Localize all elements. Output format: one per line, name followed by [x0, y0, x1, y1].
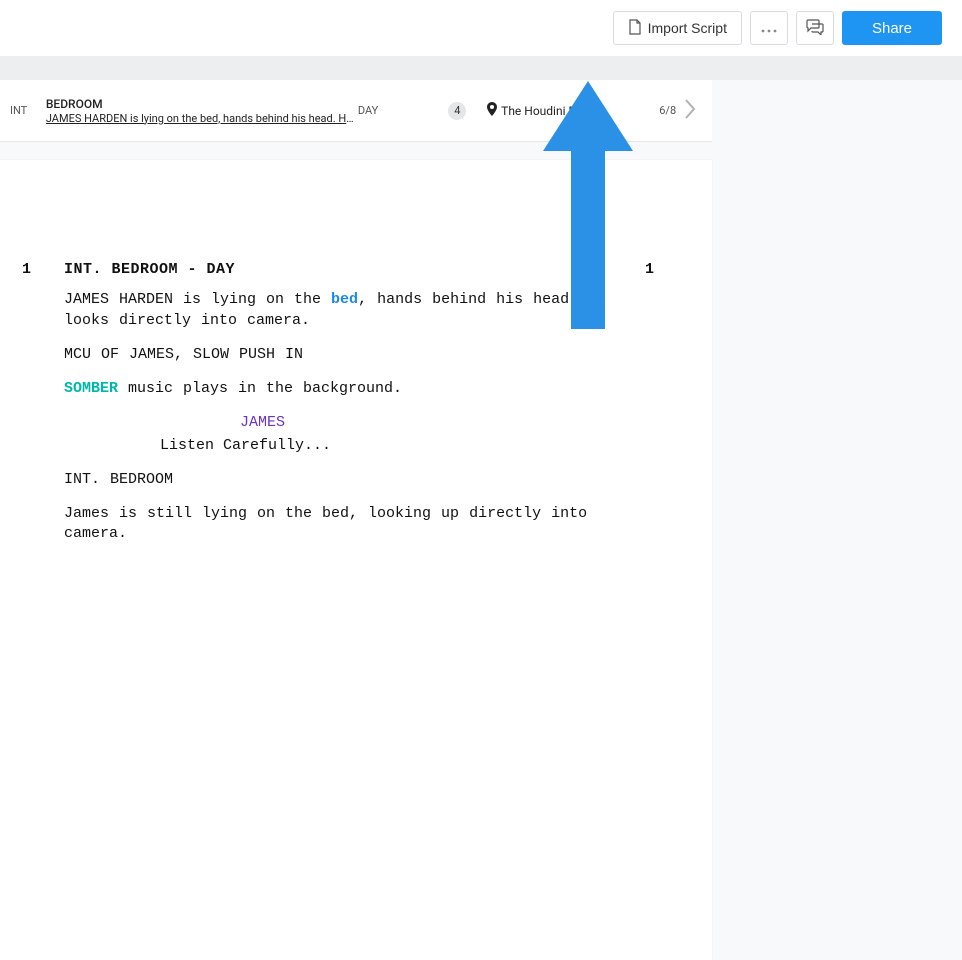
action-text-pre: JAMES HARDEN is lying on the: [64, 291, 331, 308]
import-script-button[interactable]: Import Script: [613, 11, 742, 45]
chat-icon: [806, 19, 824, 38]
tagged-prop-bed[interactable]: bed: [331, 291, 358, 308]
comments-button[interactable]: [796, 11, 834, 45]
scene-number-left: 1: [22, 260, 31, 280]
chevron-right-icon: [684, 98, 696, 124]
top-toolbar: Import Script Share: [0, 0, 962, 56]
scene-description-link[interactable]: JAMES HARDEN is lying on the bed, hands …: [46, 112, 356, 125]
script-sheet-area: 1 1 INT. BEDROOM - DAY JAMES HARDEN is l…: [0, 142, 962, 960]
document-icon: [628, 19, 642, 38]
scene-info-bar: INT BEDROOM JAMES HARDEN is lying on the…: [0, 80, 712, 142]
scene-page-count: 6/8: [636, 104, 676, 117]
scene-location-text: The Houdini Estate: [501, 104, 602, 118]
scene-number-wrap: 4: [427, 102, 487, 120]
action-block-3[interactable]: SOMBER music plays in the background.: [64, 379, 624, 399]
slugline-2[interactable]: INT. BEDROOM: [64, 470, 624, 490]
separator-bar: [0, 56, 962, 80]
more-options-button[interactable]: [750, 11, 788, 45]
scene-set-name[interactable]: BEDROOM: [46, 97, 358, 111]
slugline-1[interactable]: INT. BEDROOM - DAY: [64, 260, 672, 280]
tagged-sound-somber[interactable]: SOMBER: [64, 380, 118, 397]
action-block-2[interactable]: MCU OF JAMES, SLOW PUSH IN: [64, 345, 624, 365]
script-page[interactable]: 1 1 INT. BEDROOM - DAY JAMES HARDEN is l…: [0, 160, 712, 960]
character-cue-1[interactable]: JAMES: [240, 413, 672, 433]
scene-int-ext[interactable]: INT: [8, 104, 40, 117]
scene-number-right: 1: [645, 260, 654, 280]
scene-number-badge[interactable]: 4: [448, 102, 466, 120]
share-button[interactable]: Share: [842, 11, 942, 45]
scene-location[interactable]: The Houdini Estate: [487, 102, 636, 119]
dialogue-1[interactable]: Listen Carefully...: [160, 436, 520, 456]
action3-post: music plays in the background.: [118, 380, 402, 397]
scene-time-of-day[interactable]: DAY: [358, 104, 428, 117]
action-block-4[interactable]: James is still lying on the bed, looking…: [64, 504, 624, 545]
import-script-label: Import Script: [648, 20, 727, 36]
ellipsis-icon: [761, 20, 777, 36]
action-block-1[interactable]: JAMES HARDEN is lying on the bed, hands …: [64, 290, 624, 331]
scene-set-block: BEDROOM JAMES HARDEN is lying on the bed…: [40, 97, 358, 125]
next-scene-chevron[interactable]: [676, 98, 704, 124]
share-button-label: Share: [872, 20, 912, 37]
location-pin-icon: [487, 102, 497, 119]
